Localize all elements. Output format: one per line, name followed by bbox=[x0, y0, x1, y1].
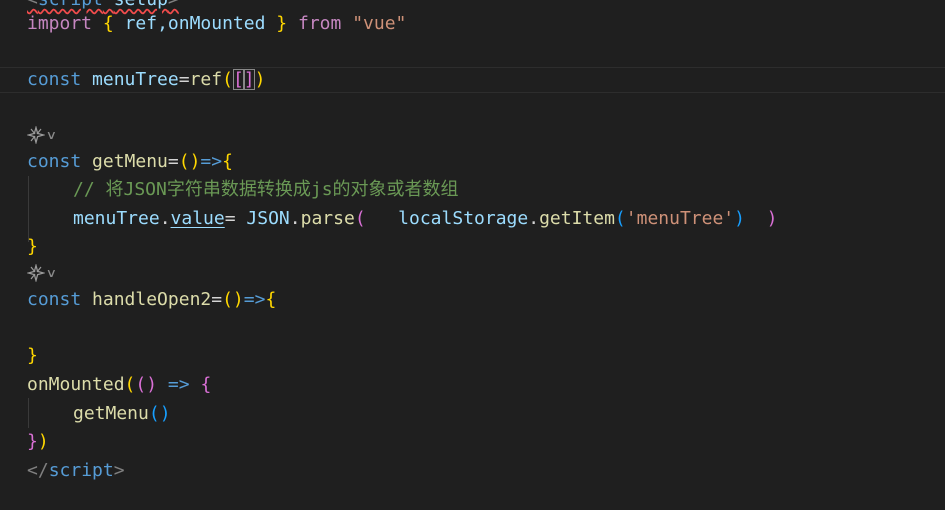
code-line-getmenu[interactable]: const getMenu=()=>{ bbox=[0, 148, 945, 176]
code-line-parse[interactable]: menuTree.value= JSON.parse( localStorage… bbox=[0, 205, 945, 233]
code-line-close-handleopen2[interactable]: } bbox=[0, 342, 945, 370]
code-line-close-getmenu[interactable]: } bbox=[0, 233, 945, 261]
codelens-actions[interactable]: ∨ bbox=[27, 262, 57, 284]
code-line-import[interactable]: import { ref,onMounted } from "vue" bbox=[0, 10, 945, 38]
codelens-actions[interactable]: ∨ bbox=[27, 124, 57, 146]
code-line-call-getmenu[interactable]: getMenu() bbox=[0, 400, 945, 428]
chevron-down-icon[interactable]: ∨ bbox=[46, 128, 57, 142]
code-line-onmounted[interactable]: onMounted(() => { bbox=[0, 371, 945, 399]
code-line-close-onmounted[interactable]: }) bbox=[0, 428, 945, 456]
code-line-script-close[interactable]: </script> bbox=[0, 457, 945, 485]
ai-sparkle-icon[interactable] bbox=[27, 126, 45, 144]
ai-sparkle-icon[interactable] bbox=[27, 264, 45, 282]
code-line-menutree[interactable]: const menuTree=ref([]) bbox=[0, 66, 945, 94]
code-line-handleopen2[interactable]: const handleOpen2=()=>{ bbox=[0, 286, 945, 314]
code-line-comment[interactable]: // 将JSON字符串数据转换成js的对象或者数组 bbox=[0, 176, 945, 204]
chevron-down-icon[interactable]: ∨ bbox=[46, 266, 57, 280]
code-editor[interactable]: <script setup> import { ref,onMounted } … bbox=[0, 0, 945, 510]
